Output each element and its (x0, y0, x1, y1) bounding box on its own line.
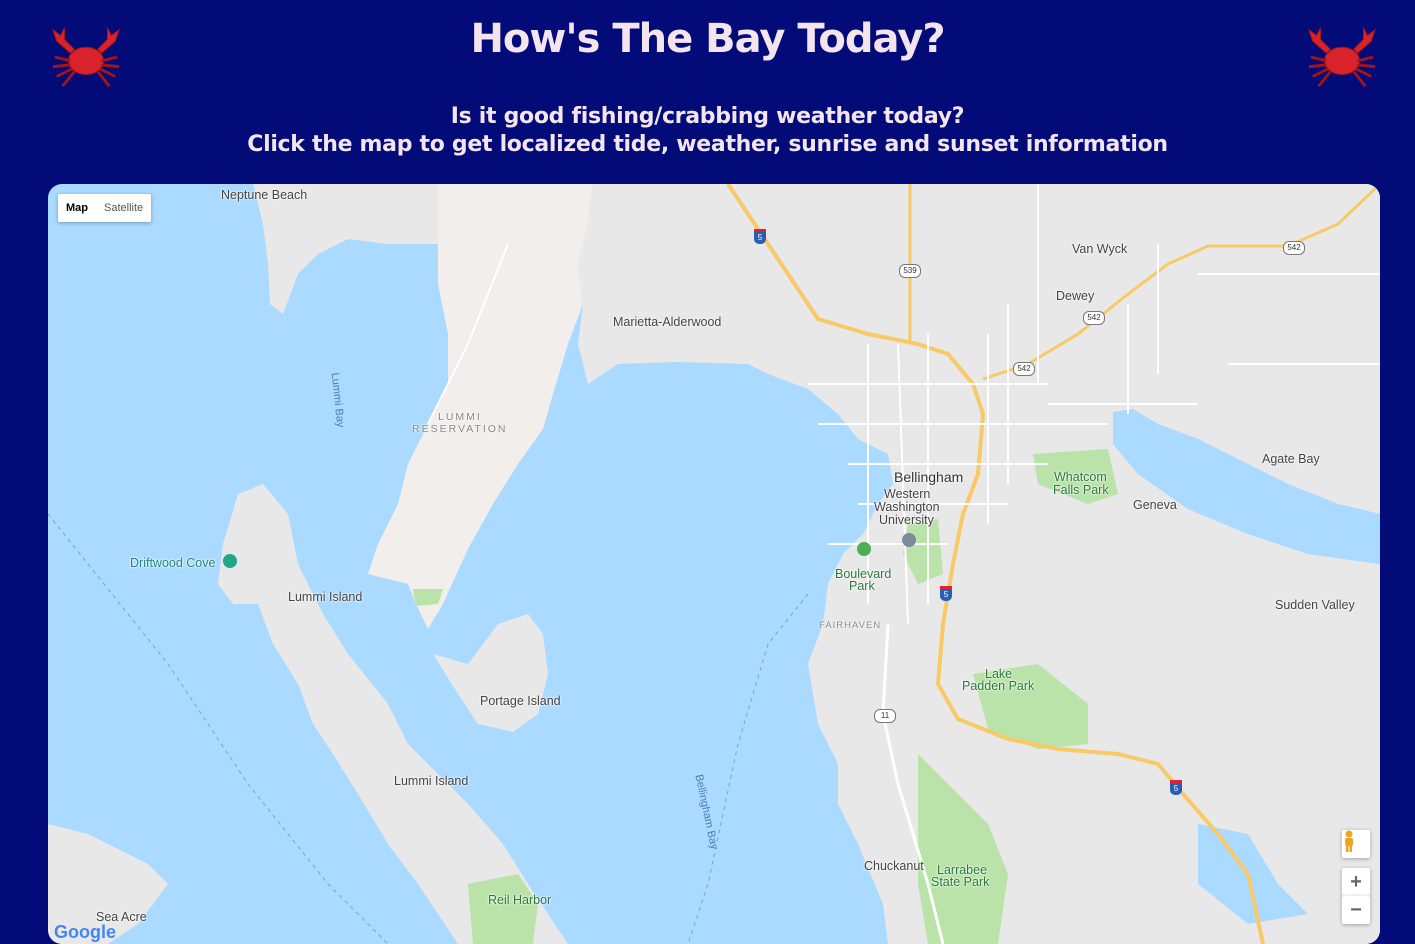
label-van-wyck: Van Wyck (1072, 242, 1128, 256)
map-type-map-button[interactable]: Map (58, 194, 96, 222)
shield-i5-south: 5 (1170, 780, 1182, 795)
page-title: How's The Bay Today? (470, 16, 945, 62)
label-driftwood-cove: Driftwood Cove (130, 556, 216, 570)
shield-sr542-mid: 542 (1083, 311, 1105, 325)
zoom-in-button[interactable]: + (1342, 868, 1370, 896)
shield-sr11: 11 (874, 709, 896, 723)
subtitle-line-1: Is it good fishing/crabbing weather toda… (450, 104, 965, 129)
shield-sr542-west: 542 (1013, 362, 1035, 376)
label-lummi-island-south: Lummi Island (394, 774, 469, 788)
zoom-out-button[interactable]: − (1342, 896, 1370, 924)
shield-sr539: 539 (899, 264, 921, 278)
lummi-peninsula (368, 184, 593, 629)
label-fairhaven: FAIRHAVEN (819, 620, 882, 631)
label-boulevard-2: Park (849, 579, 875, 593)
map-type-satellite-button[interactable]: Satellite (96, 194, 151, 222)
boulevard-marker (857, 542, 871, 556)
label-chuckanut: Chuckanut (864, 859, 924, 873)
label-agate-bay: Agate Bay (1262, 452, 1320, 466)
label-lake-padden-2: Padden Park (962, 679, 1035, 693)
label-lummi-island-north: Lummi Island (288, 590, 363, 604)
map[interactable]: Map Satellite Neptune Beach Marietta-Ald… (48, 184, 1380, 944)
label-whatcom-1: Whatcom (1054, 470, 1107, 484)
shield-i5-mid: 5 (940, 586, 952, 601)
label-geneva: Geneva (1133, 498, 1177, 512)
label-dewey: Dewey (1056, 289, 1095, 303)
label-wwu-3: University (879, 513, 934, 527)
google-logo: Google (54, 922, 116, 942)
label-bellingham: Bellingham (894, 469, 964, 485)
label-larrabee-2: State Park (931, 875, 990, 889)
subtitle-line-2: Click the map to get localized tide, wea… (247, 132, 1168, 157)
label-reil-harbor: Reil Harbor (488, 893, 552, 907)
ferry-line-2 (687, 593, 809, 944)
portage-island (433, 614, 548, 732)
shield-i5-north: 5 (754, 229, 766, 244)
label-portage-island: Portage Island (480, 694, 561, 708)
label-marietta: Marietta-Alderwood (613, 315, 722, 329)
shield-sr542-east: 542 (1283, 241, 1305, 255)
label-wwu-2: Washington (874, 500, 940, 514)
page-subtitle: Is it good fishing/crabbing weather toda… (0, 103, 1415, 159)
map-type-control: Map Satellite (58, 194, 152, 222)
neptune-spit (253, 184, 438, 314)
university-marker (902, 533, 916, 547)
label-wwu-1: Western (884, 487, 931, 501)
label-neptune-beach: Neptune Beach (221, 188, 308, 202)
pegman-button[interactable] (1342, 830, 1370, 858)
label-whatcom-2: Falls Park (1053, 483, 1109, 497)
label-sudden-valley: Sudden Valley (1275, 598, 1355, 612)
pegman-icon (1345, 830, 1353, 852)
driftwood-marker (223, 554, 237, 568)
label-lummi-reservation-2: RESERVATION (412, 423, 508, 435)
label-lummi-reservation-1: LUMMI (438, 411, 482, 423)
